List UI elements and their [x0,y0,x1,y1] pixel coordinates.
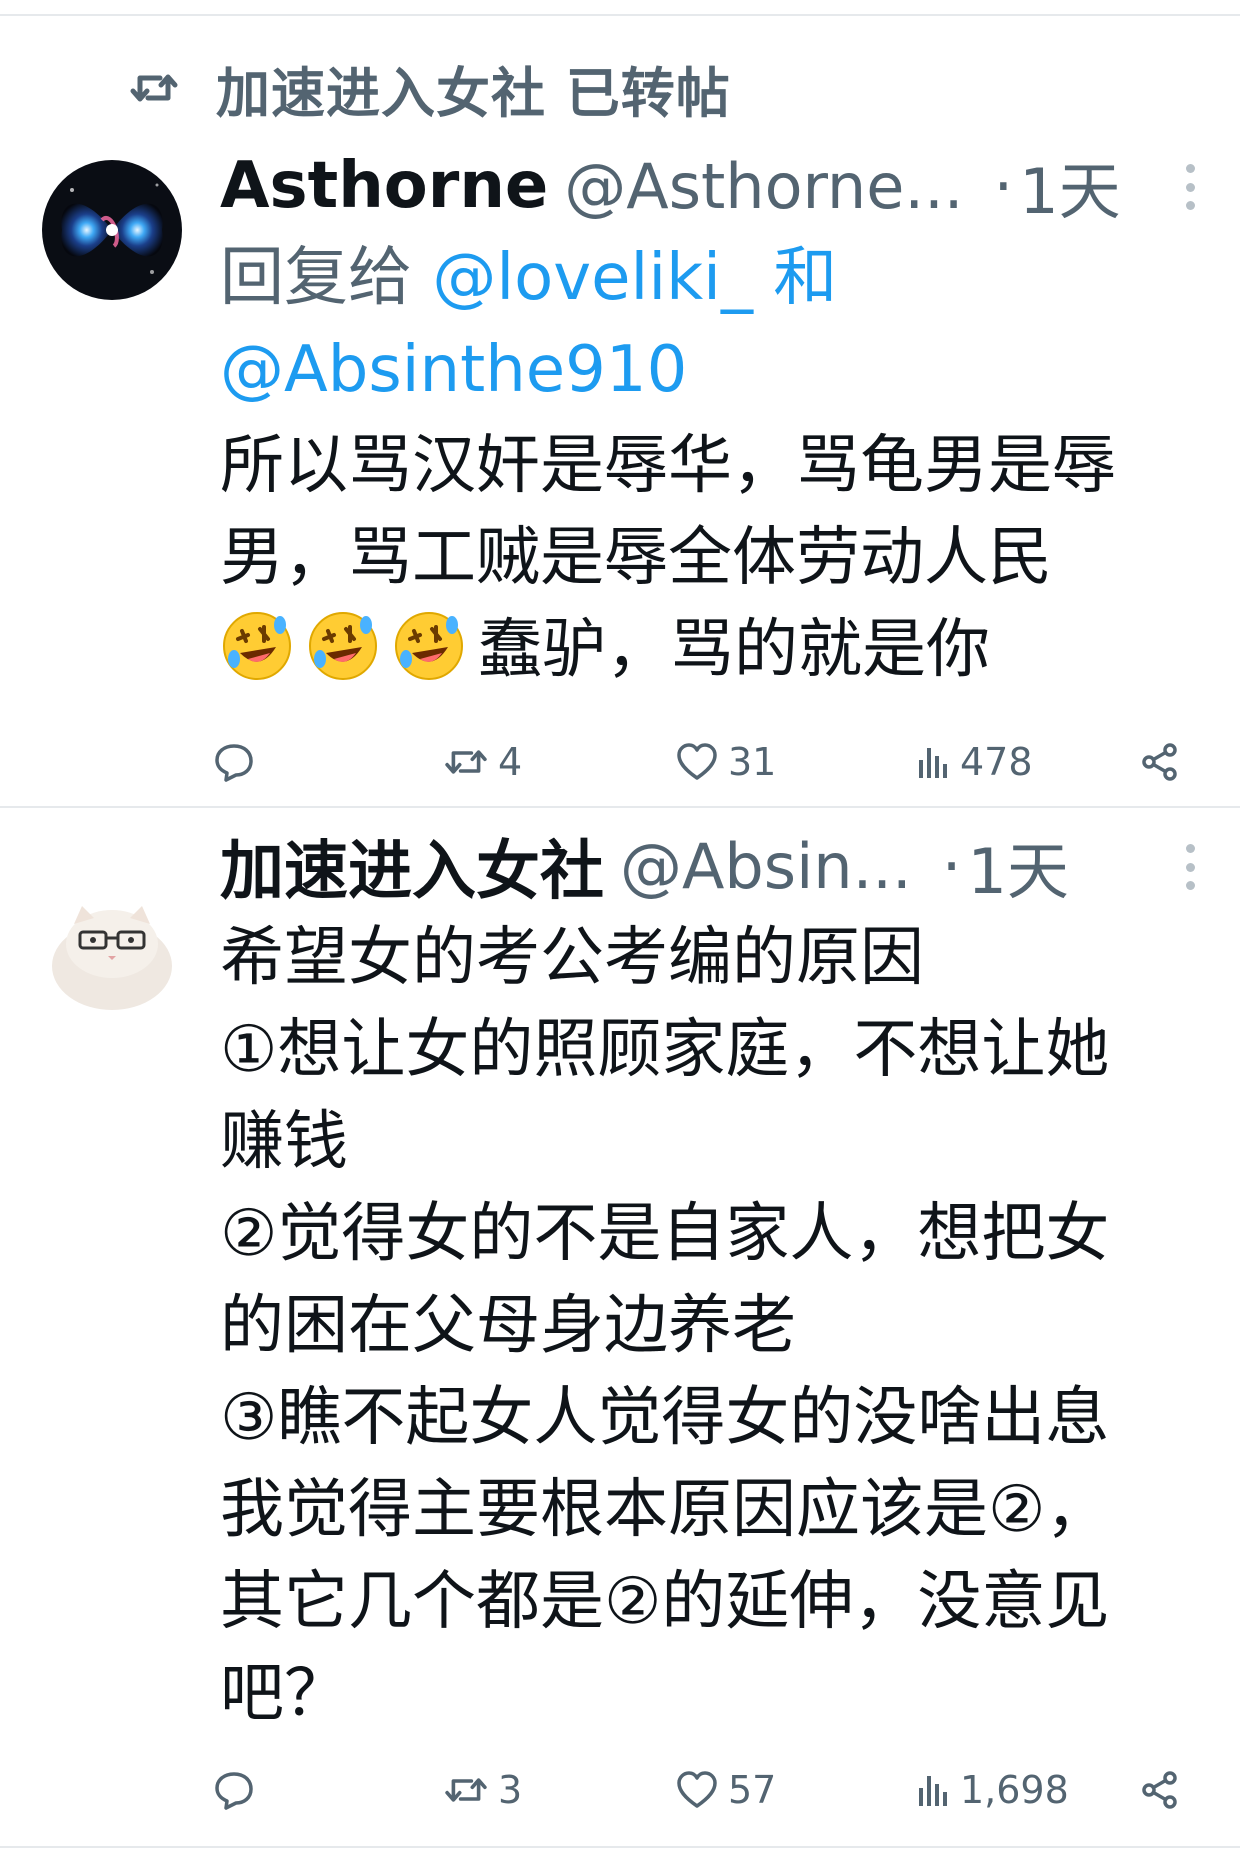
reply-icon [212,1768,256,1812]
more-options-icon[interactable] [1180,164,1200,210]
timestamp[interactable]: 1天 [967,821,1068,911]
replying-to: 回复给 @loveliki_ 和 @Absinthe910 [220,232,980,416]
reply-button[interactable] [212,732,266,792]
top-divider [0,14,1240,16]
tweet-text-line: 男，骂工贼是辱全体劳动人民 [220,521,1052,595]
share-button[interactable] [1140,732,1180,792]
separator: · [993,149,1014,223]
repost-icon [126,60,182,116]
avatar[interactable] [42,878,182,1018]
mention-link[interactable]: @loveliki_ [432,241,753,315]
tweet-header: Asthorne @Asthorne... · 1天 [220,140,1200,232]
tweet[interactable]: 加速进入女社 @Absin... · 1天 希望女的考公考编的原因 ①想让女的照… [0,820,1240,1840]
more-options-icon[interactable] [1180,844,1200,890]
heart-icon [676,742,718,782]
tweet-text-line: 所以骂汉奸是辱华，骂龟男是辱 [220,429,1116,503]
rolling-on-floor-laughing-emoji [220,609,294,683]
like-button[interactable]: 57 [676,1760,776,1820]
repost-count: 3 [498,1768,523,1812]
like-button[interactable]: 31 [676,732,776,792]
repost-banner-text[interactable]: 加速进入女社 已转帖 [216,49,731,128]
handle[interactable]: @Asthorne... [564,150,963,223]
avatar[interactable] [42,160,182,300]
display-name[interactable]: 加速进入女社 [220,820,604,912]
tweet-header: 加速进入女社 @Absin... · 1天 [220,820,1200,912]
mention-link[interactable]: @Absinthe910 [220,333,687,407]
separator: · [941,829,962,903]
action-bar: 3 57 1,698 [212,1760,1202,1820]
handle[interactable]: @Absin... [620,830,912,903]
reply-icon [212,740,256,784]
tweet-text: 所以骂汉奸是辱华，骂龟男是辱 男，骂工贼是辱全体劳动人民 蠢驴，骂的就是你 [220,420,1210,696]
repost-button[interactable]: 4 [444,732,522,792]
tweet-divider [0,806,1240,808]
share-button[interactable] [1140,1760,1180,1820]
reply-button[interactable] [212,1760,266,1820]
repost-banner: 加速进入女社 已转帖 [126,52,731,125]
like-count: 31 [728,740,777,784]
repost-count: 4 [498,740,523,784]
timestamp[interactable]: 1天 [1019,141,1120,231]
tweet-text-line: 蠢驴，骂的就是你 [478,613,990,687]
repost-icon [444,1772,488,1808]
view-count: 1,698 [960,1768,1069,1812]
repost-icon [444,744,488,780]
bottom-divider [0,1846,1240,1848]
tweet[interactable]: Asthorne @Asthorne... · 1天 回复给 @loveliki… [0,140,1240,800]
views-button[interactable]: 1,698 [916,1760,1069,1820]
share-icon [1140,1770,1180,1810]
like-count: 57 [728,1768,777,1812]
views-button[interactable]: 478 [916,732,1033,792]
display-name[interactable]: Asthorne [220,149,548,223]
share-icon [1140,742,1180,782]
view-count: 478 [960,740,1033,784]
rolling-on-floor-laughing-emoji [306,609,380,683]
reply-prefix: 回复给 [220,241,412,315]
repost-button[interactable]: 3 [444,1760,522,1820]
heart-icon [676,1770,718,1810]
bar-chart-icon [916,1772,950,1808]
action-bar: 4 31 478 [212,732,1202,792]
tweet-text: 希望女的考公考编的原因 ①想让女的照顾家庭，不想让她 赚钱 ②觉得女的不是自家人… [220,921,1110,1731]
reply-conjunction: 和 [773,241,838,315]
bar-chart-icon [916,744,950,780]
rolling-on-floor-laughing-emoji [392,609,466,683]
